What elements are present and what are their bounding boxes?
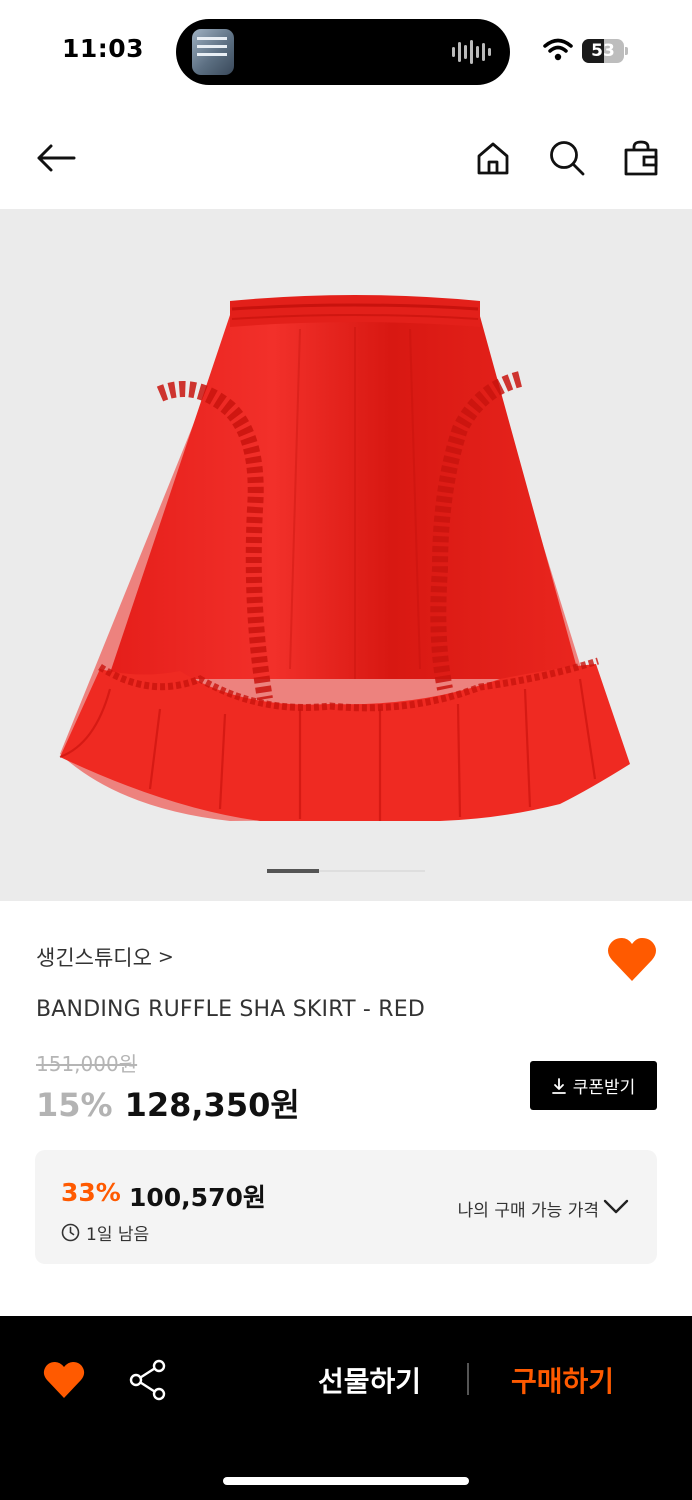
audio-waveform-icon (452, 39, 492, 65)
bottom-action-bar: 선물하기 구매하기 (0, 1316, 692, 1500)
heart-icon[interactable] (42, 1360, 86, 1400)
coupon-button[interactable]: 쿠폰받기 (530, 1061, 657, 1110)
red-ruffle-skirt-image (59, 295, 630, 821)
member-price-label: 나의 구매 가능 가격 (457, 1201, 599, 1221)
divider (467, 1363, 469, 1395)
top-nav (0, 120, 692, 196)
home-button[interactable] (469, 134, 517, 182)
brand-name: 생긴스튜디오 (36, 946, 152, 970)
buy-button[interactable]: 구매하기 (511, 1360, 614, 1400)
home-indicator[interactable] (223, 1477, 469, 1485)
gift-button[interactable]: 선물하기 (318, 1360, 421, 1400)
product-name: BANDING RUFFLE SHA SKIRT - RED (36, 997, 425, 1022)
back-arrow-icon (37, 144, 76, 172)
battery-icon: 53 (582, 39, 628, 63)
heart-icon[interactable] (606, 936, 658, 984)
status-time: 11:03 (62, 34, 145, 63)
member-timer: 1일 남음 (61, 1220, 149, 1245)
cart-button[interactable] (617, 134, 665, 182)
remaining-time: 1일 남음 (86, 1225, 150, 1245)
download-icon (551, 1077, 566, 1094)
product-image[interactable] (0, 209, 692, 901)
dynamic-island[interactable] (176, 19, 510, 85)
now-playing-thumbnail (192, 29, 234, 75)
shopping-bag-icon (624, 140, 658, 176)
search-icon (550, 141, 585, 176)
gallery-pager (267, 869, 425, 873)
coupon-label: 쿠폰받기 (572, 1078, 636, 1098)
member-price-box[interactable]: 33% 100,570원 1일 남음 나의 구매 가능 가격 (35, 1150, 657, 1264)
share-icon[interactable] (127, 1358, 171, 1402)
clock-icon (61, 1223, 80, 1242)
chevron-right-icon: > (157, 946, 174, 968)
chevron-down-icon (603, 1199, 629, 1214)
member-price: 100,570원 (129, 1183, 266, 1212)
wifi-icon (543, 38, 573, 61)
brand-link[interactable]: 생긴스튜디오 > (36, 942, 174, 972)
back-button[interactable] (32, 134, 80, 182)
original-price: 151,000원 (36, 1052, 138, 1076)
home-icon (477, 142, 509, 175)
discount-rate: 15% (36, 1086, 113, 1124)
search-button[interactable] (543, 134, 591, 182)
battery-percent: 53 (591, 41, 615, 61)
pager-active (267, 869, 320, 873)
member-discount-rate: 33% (61, 1178, 121, 1207)
sale-price: 128,350원 (124, 1086, 300, 1124)
status-bar: 11:03 53 (0, 0, 692, 100)
price-row: 15% 128,350원 (36, 1080, 300, 1126)
